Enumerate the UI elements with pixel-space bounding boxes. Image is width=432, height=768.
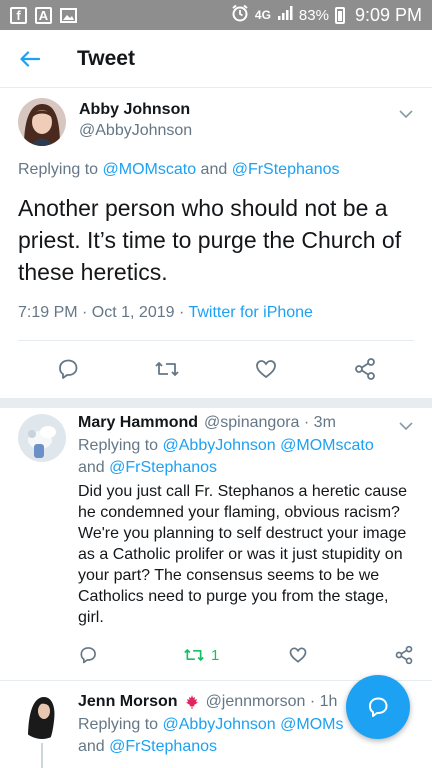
page-title: Tweet [77,46,135,70]
replying-and: and [200,161,228,178]
replying-and: and [78,459,105,476]
chevron-down-icon[interactable] [398,106,414,122]
retweet-count: 1 [211,646,220,664]
tweet-actions [18,341,414,397]
replying-to: Replying to @AbbyJohnson @MOMscato and @… [78,435,414,479]
top-app-bar: Tweet [0,30,432,88]
reply-compose-icon [369,697,388,717]
like-button[interactable] [288,645,393,665]
retweet-button[interactable]: 1 [183,645,288,665]
facebook-icon: f [10,6,27,24]
main-tweet: Abby Johnson @AbbyJohnson Replying to @M… [0,88,432,397]
arrow-left-icon [20,50,40,67]
reply-tweet[interactable]: Mary Hammond @spinangora · 3m Replying t… [0,408,432,680]
replying-prefix: Replying to [78,716,159,733]
reply-author-handle[interactable]: @jennmorson · 1h [206,693,338,711]
tweet-meta: 7:19 PM · Oct 1, 2019 · Twitter for iPho… [18,304,414,341]
gallery-icon [60,7,77,24]
section-divider [0,398,432,408]
mention-link[interactable]: @MOMs [280,716,343,733]
avatar-jenn[interactable] [18,691,66,739]
heart-icon [255,360,276,379]
reply-text: Did you just call Fr. Stephanos a hereti… [78,483,408,626]
status-bar: f A 4G 83% 9:09 PM [0,0,432,30]
text-a-icon: A [35,6,52,24]
avatar-abby[interactable] [18,98,66,146]
reply-button[interactable] [78,645,183,665]
tweet-text: Another person who should not be a pries… [18,195,402,285]
battery-percent: 83% [298,6,329,24]
reply-author-handle[interactable]: @spinangora · 3m [204,414,336,432]
4g-icon: 4G [254,8,271,22]
mention-link[interactable]: @FrStephanos [232,161,340,178]
reply-actions: 1 [78,640,414,670]
avatar-mary[interactable] [18,414,66,462]
reply-author-name[interactable]: Jenn Morson [78,693,178,711]
comment-icon [80,647,96,664]
reply-author-name[interactable]: Mary Hammond [78,414,198,432]
replying-prefix: Replying to [78,437,159,454]
replying-and: and [78,738,105,755]
author-name[interactable]: Abby Johnson [79,101,192,119]
share-icon [354,358,375,380]
retweet-icon [154,362,179,376]
chevron-down-icon[interactable] [398,418,414,434]
mention-link[interactable]: @MOMscato [103,161,197,178]
replying-to: Replying to @MOMscato and @FrStephanos [18,161,414,179]
share-button[interactable] [394,645,414,665]
tweet-timestamp: 7:19 PM · Oct 1, 2019 · [18,304,185,321]
tweet-source[interactable]: Twitter for iPhone [188,304,313,321]
share-icon [395,645,413,665]
thread-line [41,743,43,768]
heart-icon [289,647,307,663]
clock: 9:09 PM [354,4,422,25]
retweet-button[interactable] [147,349,187,389]
battery-icon [334,6,345,24]
comment-icon [58,359,77,379]
back-button[interactable] [0,30,60,88]
retweet-icon [184,649,204,661]
alarm-icon [231,4,249,26]
maple-leaf-icon [185,695,198,709]
share-button[interactable] [345,349,385,389]
like-button[interactable] [246,349,286,389]
author-handle[interactable]: @AbbyJohnson [79,122,192,140]
replying-prefix: Replying to [18,161,99,178]
reply-button[interactable] [48,349,88,389]
mention-link[interactable]: @FrStephanos [109,738,217,755]
compose-reply-button[interactable] [346,675,410,739]
mention-link[interactable]: @AbbyJohnson [163,716,276,733]
mention-link[interactable]: @MOMscato [280,437,374,454]
mention-link[interactable]: @FrStephanos [109,459,217,476]
mention-link[interactable]: @AbbyJohnson [163,437,276,454]
signal-icon [277,5,293,25]
